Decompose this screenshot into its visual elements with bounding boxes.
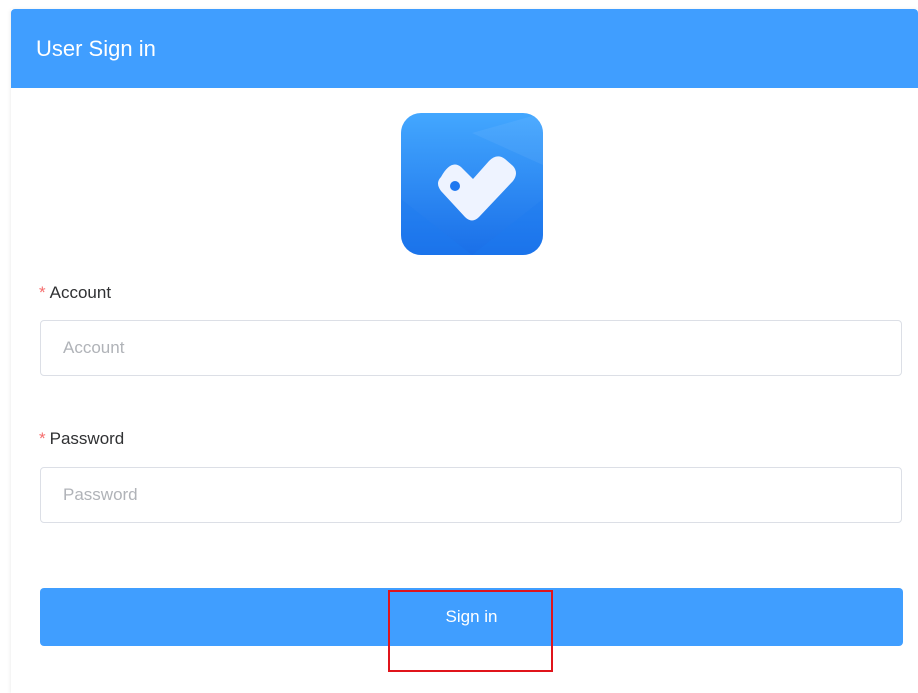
card-header: User Sign in [11, 9, 918, 88]
password-label: * Password [39, 428, 124, 450]
required-mark: * [39, 283, 46, 302]
page-title: User Sign in [36, 36, 156, 61]
password-label-text: Password [49, 429, 125, 448]
app-logo-icon [401, 113, 543, 255]
account-input[interactable] [40, 320, 902, 376]
sign-in-card: User Sign in * Account Account * Passwor… [11, 9, 918, 693]
required-mark: * [39, 429, 46, 448]
page: User Sign in * Account Account * Passwor… [0, 0, 918, 693]
password-input[interactable] [40, 467, 902, 523]
account-label-text: Account [49, 283, 112, 302]
account-label: * Account [39, 282, 111, 304]
sign-in-button-label: Sign in [445, 607, 498, 626]
sign-in-button[interactable]: Sign in [40, 588, 903, 646]
